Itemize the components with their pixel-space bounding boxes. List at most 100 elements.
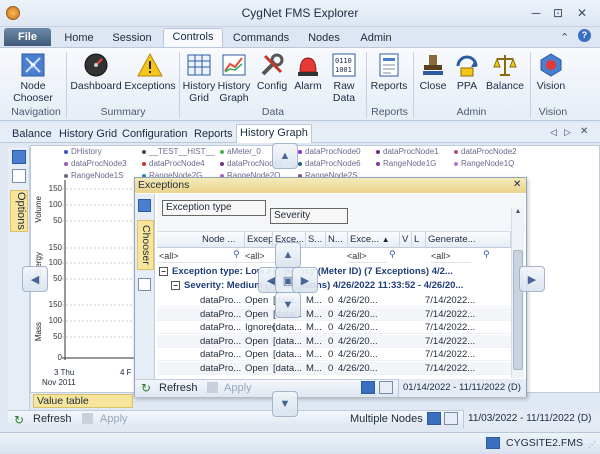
alarm-button[interactable]: Alarm [292,52,324,100]
file-tab[interactable]: File [4,28,51,46]
options-list-icon[interactable] [12,169,26,183]
doc-tab-history-graph[interactable]: History Graph [236,124,312,143]
dock-down-icon[interactable]: ▼ [272,391,298,417]
tab-nodes[interactable]: Nodes [302,30,346,46]
help-icon[interactable]: ? [578,29,591,42]
refresh-button[interactable]: ↻ Refresh [14,412,76,427]
scroll-up-icon[interactable]: ▲ [512,208,524,219]
filter-search-icon[interactable]: ⚲ [389,249,396,260]
filter-time[interactable]: <all> [347,249,387,263]
tab-controls[interactable]: Controls [163,28,223,47]
svg-text:1001: 1001 [335,66,352,74]
group-chip-severity[interactable]: Severity [270,208,348,224]
table-row[interactable]: dataPro...Open[data...M...04/26/20...7/1… [157,348,511,361]
ppa-button[interactable]: PPA [452,52,482,100]
options-panel-tab[interactable]: Options [10,190,28,232]
balance-button[interactable]: Balance [484,52,526,100]
resize-grip-icon[interactable]: ⋰ [588,440,596,449]
doc-tab-history-grid[interactable]: History Grid [59,126,117,142]
tab-admin[interactable]: Admin [354,30,398,46]
reports-button[interactable]: Reports [370,52,408,100]
chooser-panel-tab[interactable]: Chooser [137,220,154,270]
tab-scroll-left-icon[interactable]: ◁ [550,127,557,138]
dock-center-right-icon[interactable]: ▶ [292,267,318,293]
group-chip-exception-type[interactable]: Exception type [162,200,266,216]
collapse-icon[interactable]: − [159,267,168,276]
multiple-nodes-label: Multiple Nodes [350,413,423,425]
vision-button[interactable]: Vision [534,52,568,100]
filter-generated[interactable]: <all> [431,249,471,263]
col-generated[interactable]: Generate... [426,232,511,248]
monitor-icon[interactable] [427,412,441,425]
close-button[interactable]: Close [416,52,450,100]
vertical-scrollbar[interactable]: ▲ [511,208,524,378]
tick-label: 150 [48,300,62,309]
options-date-range[interactable]: 11/03/2022 - 11/11/2022 (D) [463,410,600,428]
filter-search-icon[interactable]: ⚲ [483,249,490,260]
table-cell: 7/14/2022... [425,335,476,347]
legend-item: dataProcNode0 [298,147,376,157]
table-cell: 7/14/2022... [425,322,476,333]
node-chooser-small-icon[interactable] [12,150,26,164]
config-button[interactable]: Config [254,52,290,100]
tab-commands[interactable]: Commands [230,30,292,46]
exceptions-apply-button[interactable]: Apply [207,381,257,396]
doc-tab-balance[interactable]: Balance [12,126,52,142]
dock-up-icon[interactable]: ▲ [272,143,298,169]
col-number[interactable]: N... [326,232,348,248]
exceptions-rows: dataPro...Open[data...M...04/26/20...7/1… [157,294,511,378]
dock-left-icon[interactable]: ◀ [22,266,48,292]
calendar-icon[interactable] [444,412,458,425]
col-v[interactable]: V [400,232,412,248]
node-chooser-small-icon[interactable] [138,199,151,212]
table-cell: Open [245,362,269,374]
history-grid-button[interactable]: History Grid [182,52,216,104]
table-row[interactable]: dataPro...Open[data...M...04/26/20...7/1… [157,361,511,375]
filter-search-icon[interactable]: ⚲ [233,249,240,260]
tab-home[interactable]: Home [58,30,100,46]
dashboard-button[interactable]: Dashboard [70,52,122,100]
table-row[interactable]: dataPro... Ignored [data... M... 0 4/26/20...… [157,321,511,334]
maximize-icon[interactable]: ⊡ [549,5,567,21]
col-node[interactable]: Node ... [157,232,245,248]
node-chooser-button[interactable]: Node Chooser [10,52,56,104]
exceptions-refresh-button[interactable]: ↻ Refresh [141,381,203,396]
svg-text:0110: 0110 [335,57,352,65]
raw-data-button[interactable]: 0110 1001 Raw Data [328,52,360,104]
exceptions-button[interactable]: Exceptions [124,52,176,100]
filter-node[interactable]: <all> [157,249,245,263]
doc-tab-reports[interactable]: Reports [194,126,233,142]
collapse-icon[interactable]: − [171,281,180,290]
minimize-icon[interactable]: ─ [527,5,545,21]
value-table-tab[interactable]: Value table [33,394,133,408]
legend-swatch [454,149,458,154]
col-exception-time[interactable]: Exce... ▲ [348,232,400,248]
monitor-icon[interactable] [361,381,375,394]
group-row-exception-type[interactable]: −Exception type: Low Frequency (Meter ID… [157,265,511,279]
collapse-ribbon-icon[interactable]: ⌃ [560,31,569,44]
legend-swatch [64,161,68,166]
table-row[interactable]: dataPro...Open[data...M...04/26/20...7/1… [157,294,511,307]
table-cell: dataPro... [200,308,242,320]
dock-right-icon[interactable]: ▶ [519,266,545,292]
close-icon[interactable]: ✕ [573,5,591,21]
apply-button[interactable]: Apply [82,412,132,427]
exceptions-date-range[interactable]: 01/14/2022 - 11/11/2022 (D) [398,379,526,397]
exceptions-close-icon[interactable]: ✕ [513,179,521,190]
tick-label: 0 [57,353,62,362]
tab-scroll-right-icon[interactable]: ▷ [564,127,571,138]
group-row-severity[interactable]: − Severity: Medium (7 Exceptions) 4/26/20… [169,279,511,293]
dock-center-up-icon[interactable]: ▲ [275,242,301,268]
calendar-icon[interactable] [379,381,393,394]
tab-session[interactable]: Session [108,30,156,46]
legend-swatch [298,161,302,166]
history-graph-button[interactable]: History Graph [216,52,252,104]
chooser-list-icon[interactable] [138,278,151,291]
dock-center-down-icon[interactable]: ▼ [275,292,301,318]
doc-tab-configuration[interactable]: Configuration [122,126,187,142]
tab-close-icon[interactable]: ✕ [580,126,588,137]
col-l[interactable]: L [412,232,426,248]
table-row[interactable]: dataPro...Open[data...M...04/26/20...7/1… [157,334,511,348]
legend-swatch [298,149,302,154]
table-row[interactable]: dataPro...Open[data...M...04/26/20...7/1… [157,307,511,321]
